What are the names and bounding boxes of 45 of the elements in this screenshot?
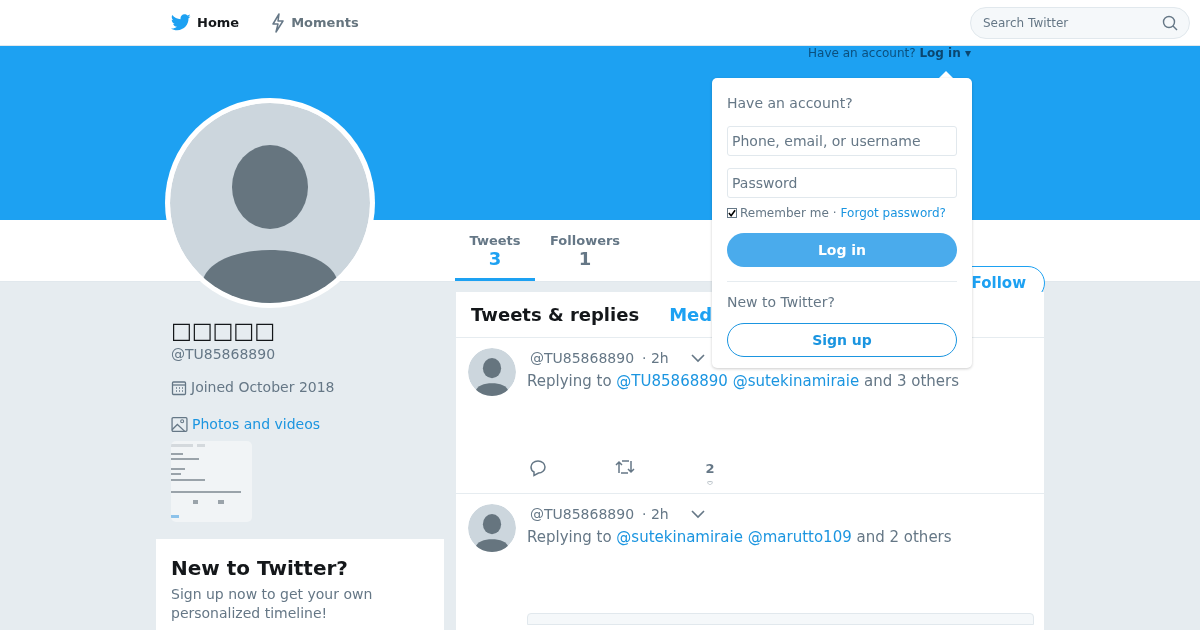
password-field[interactable]: Password bbox=[727, 168, 957, 198]
tweet-handle[interactable]: @TU85868890 bbox=[530, 503, 635, 525]
signup-card-text: Sign up now to get your own personalized timeline! bbox=[171, 585, 374, 623]
profile-stat-tab[interactable]: Followers 1 bbox=[535, 220, 636, 281]
tweet-handle[interactable]: @TU85868890 bbox=[530, 347, 635, 369]
profile-stat-tab[interactable]: Tweets 3 bbox=[455, 220, 535, 281]
bolt-icon bbox=[271, 12, 286, 33]
login-link[interactable]: Log in ▾ bbox=[919, 46, 971, 60]
mention-link[interactable]: @marutto109 bbox=[747, 528, 852, 546]
username-field[interactable]: Phone, email, or username bbox=[727, 126, 957, 156]
search-field[interactable]: Search Twitter bbox=[970, 6, 1190, 39]
popup-title: Have an account? bbox=[727, 94, 854, 113]
signup-button[interactable]: Sign up bbox=[727, 323, 957, 357]
chevron-down-icon[interactable] bbox=[690, 509, 705, 519]
new-to-twitter-text: New to Twitter? bbox=[727, 293, 836, 312]
retweet-icon[interactable] bbox=[615, 459, 635, 475]
photos-link[interactable]: Photos and videos bbox=[192, 414, 320, 435]
chevron-down-icon[interactable] bbox=[690, 353, 705, 363]
nav-link[interactable]: Moments bbox=[271, 12, 359, 33]
reply-context: Replying to @TU85868890 @sutekinamiraie and 3 others bbox=[527, 371, 961, 392]
login-button[interactable]: Log in bbox=[727, 233, 957, 267]
image-icon bbox=[171, 416, 188, 433]
tweet-time[interactable]: · 2h bbox=[642, 347, 669, 369]
joined-date: Joined October 2018 bbox=[191, 378, 335, 397]
separator-dot: · bbox=[832, 205, 837, 222]
mention-link[interactable]: @sutekinamiraie bbox=[732, 372, 860, 390]
remember-checkbox[interactable] bbox=[727, 208, 737, 218]
timeline-tab[interactable]: Tweets & replies bbox=[471, 301, 640, 328]
profile-name: □□□□□ bbox=[171, 318, 276, 344]
reply-icon[interactable] bbox=[529, 459, 547, 477]
mention-link[interactable]: @TU85868890 bbox=[616, 372, 728, 390]
reply-context: Replying to @sutekinamiraie @marutto109 and 2 others bbox=[527, 527, 953, 548]
tweet-time[interactable]: · 2h bbox=[642, 503, 669, 525]
bird-icon bbox=[171, 14, 191, 31]
profile-handle: @TU85868890 bbox=[171, 345, 276, 364]
remember-label: Remember me bbox=[740, 205, 829, 222]
search-icon[interactable] bbox=[1162, 14, 1178, 31]
timeline-tab[interactable]: Med bbox=[669, 301, 713, 328]
account-prompt: Have an account? Log in ▾ bbox=[808, 46, 971, 60]
nav-link[interactable]: Home bbox=[171, 12, 240, 33]
mention-link[interactable]: @sutekinamiraie bbox=[616, 528, 743, 546]
signup-card-title: New to Twitter? bbox=[171, 555, 349, 582]
forgot-password-link[interactable]: Forgot password? bbox=[840, 204, 946, 222]
like-count: 2 bbox=[705, 460, 715, 478]
calendar-icon bbox=[171, 379, 187, 396]
